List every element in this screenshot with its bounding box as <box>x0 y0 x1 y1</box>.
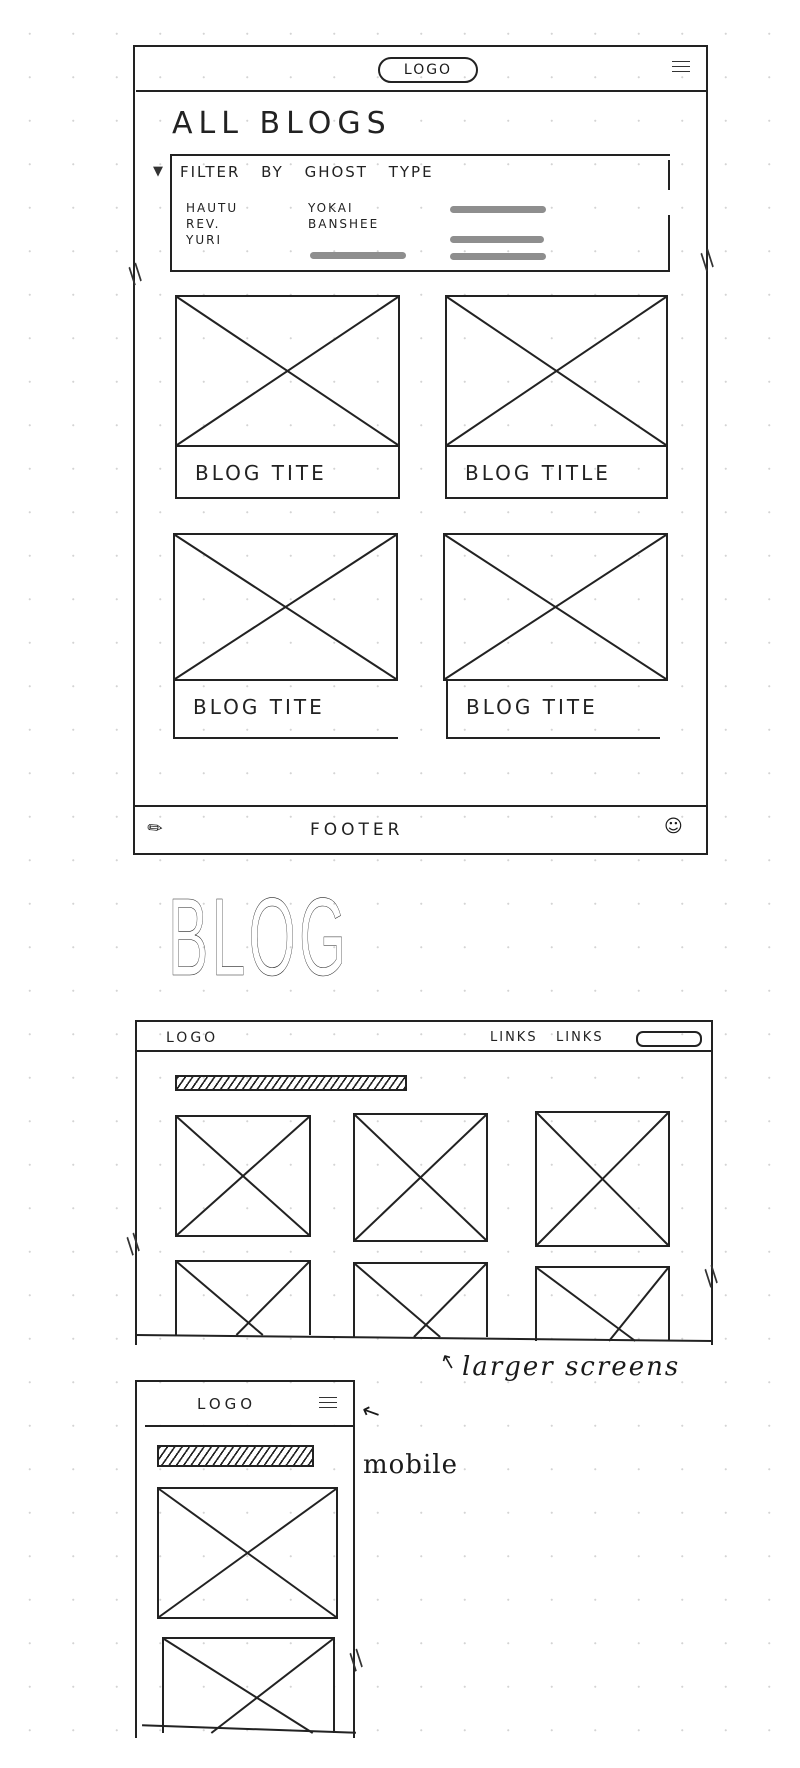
filter-option-placeholder[interactable] <box>310 252 406 259</box>
image-placeholder-icon <box>163 1638 334 1734</box>
blog-card-image[interactable] <box>173 533 398 681</box>
blog-card-title-box[interactable]: BLOG TITE <box>175 447 400 499</box>
image-placeholder-icon <box>176 1261 310 1336</box>
blog-card-image[interactable] <box>443 533 668 681</box>
pill-button[interactable] <box>636 1031 702 1047</box>
footer-divider <box>133 805 708 807</box>
blog-card-image-partial[interactable] <box>175 1260 311 1336</box>
image-placeholder-icon <box>176 1116 310 1236</box>
footer-label: FOOTER <box>310 820 404 840</box>
filter-option-rev[interactable]: REV. <box>186 217 220 231</box>
blog-card-title: BLOG TITE <box>466 695 598 719</box>
blog-card-image-partial[interactable] <box>353 1262 488 1338</box>
blog-card-image[interactable] <box>175 295 400 447</box>
section-heading: BLOG <box>168 876 350 999</box>
filter-option-yokai[interactable]: YOKAI <box>308 201 354 215</box>
blog-card-image-partial[interactable] <box>162 1637 335 1734</box>
filter-option-banshee[interactable]: BANSHEE <box>308 217 379 231</box>
filter-option-hautu[interactable]: HAUTU <box>186 201 238 215</box>
image-placeholder-icon <box>176 296 399 446</box>
blog-card-image[interactable] <box>535 1111 670 1247</box>
blog-card-title-box[interactable]: BLOG TITLE <box>445 447 668 499</box>
filter-option-yuri[interactable]: YURI <box>186 233 222 247</box>
blog-card-title: BLOG TITLE <box>465 461 611 485</box>
filter-heading: FILTER BY GHOST TYPE <box>180 163 434 181</box>
image-placeholder-icon <box>174 534 397 680</box>
image-placeholder-icon <box>158 1488 337 1618</box>
filter-option-placeholder[interactable] <box>450 206 546 213</box>
title-placeholder <box>175 1075 407 1091</box>
logo-pill[interactable]: LOGO <box>378 57 478 83</box>
blog-card-title: BLOG TITE <box>195 461 327 485</box>
annotation-arrow-icon: ↑ <box>435 1347 462 1377</box>
image-placeholder-icon <box>354 1114 487 1241</box>
blog-card-title: BLOG TITE <box>193 695 325 719</box>
blog-card-image[interactable] <box>445 295 668 447</box>
page-title: ALL BLOGS <box>172 106 392 141</box>
hamburger-icon[interactable] <box>319 1397 337 1412</box>
annotation-larger-screens: larger screens <box>462 1352 681 1382</box>
skull-icon[interactable]: ☺ <box>664 816 683 837</box>
filter-right-edge-lower <box>668 215 670 272</box>
blog-card-image[interactable] <box>353 1113 488 1242</box>
annotation-arrow-icon: ↖ <box>357 1397 385 1428</box>
bottom-edge <box>133 853 708 855</box>
filter-option-placeholder[interactable] <box>450 253 546 260</box>
title-placeholder <box>157 1445 314 1467</box>
header-divider <box>136 90 706 92</box>
funnel-icon: ▼ <box>153 164 163 179</box>
filter-right-edge <box>668 160 670 190</box>
nav-link[interactable]: LINKS <box>556 1030 604 1045</box>
blog-card-image[interactable] <box>157 1487 338 1619</box>
blog-card-title-box[interactable]: BLOG TITE <box>446 681 660 739</box>
blog-card-image[interactable] <box>175 1115 311 1237</box>
logo-label[interactable]: LOGO <box>197 1395 256 1413</box>
hamburger-icon[interactable] <box>672 61 690 76</box>
logo-label: LOGO <box>403 62 453 78</box>
header-divider <box>137 1050 711 1052</box>
blog-card-title-box[interactable]: BLOG TITE <box>173 681 398 739</box>
filter-option-placeholder[interactable] <box>450 236 544 243</box>
blog-card-image-partial[interactable] <box>535 1266 670 1342</box>
image-placeholder-icon <box>536 1112 669 1246</box>
logo-label[interactable]: LOGO <box>166 1030 218 1046</box>
header-divider <box>145 1425 355 1427</box>
image-placeholder-icon <box>446 296 667 446</box>
image-placeholder-icon <box>354 1263 487 1338</box>
image-placeholder-icon <box>444 534 667 680</box>
annotation-mobile: mobile <box>363 1450 458 1480</box>
nav-link[interactable]: LINKS <box>490 1030 538 1045</box>
image-placeholder-icon <box>536 1267 669 1342</box>
